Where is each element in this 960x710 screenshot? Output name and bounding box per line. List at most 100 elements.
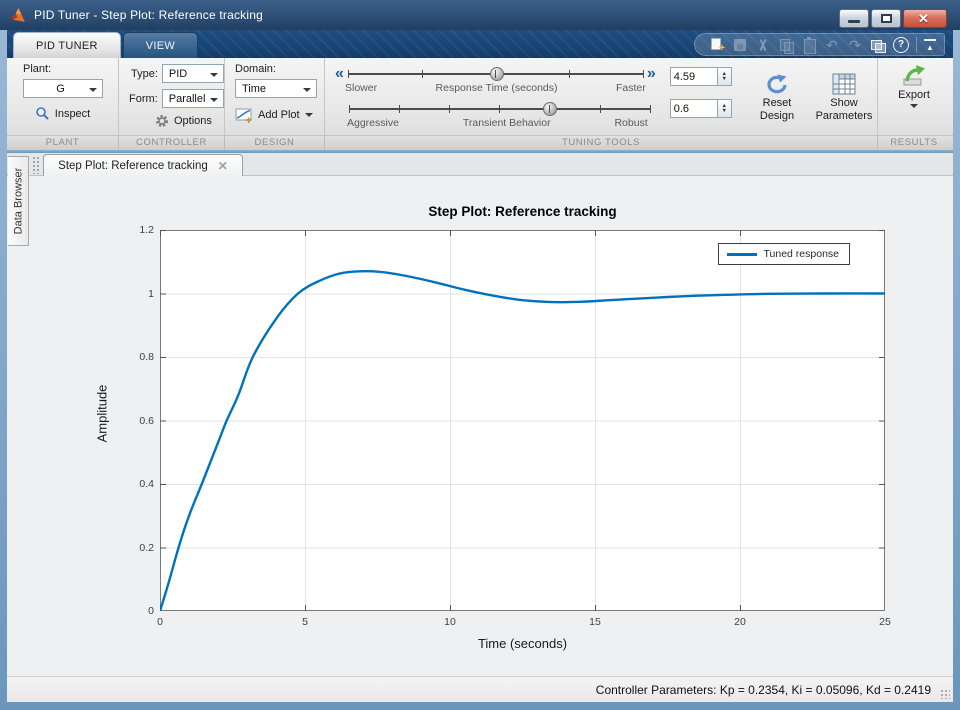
section-label-controller: CONTROLLER — [119, 136, 225, 150]
section-controller: Type: PID Form: Parallel Options — [119, 58, 225, 135]
slider-label-robust: Robust — [614, 117, 648, 129]
tuning-sliders: « » Slower Response Time (seconds) Faste… — [331, 66, 660, 135]
section-plant: Plant: G Inspect — [7, 58, 119, 135]
slider-label-aggressive: Aggressive — [347, 117, 399, 129]
qat-separator — [916, 36, 917, 53]
x-tick-label: 5 — [302, 616, 308, 628]
section-label-plant: PLANT — [7, 136, 119, 150]
slider-tick — [649, 105, 651, 113]
slider-tick — [642, 70, 644, 78]
title-bar: PID Tuner - Step Plot: Reference trackin… — [0, 0, 960, 30]
slower-chevron-icon[interactable]: « — [331, 66, 348, 82]
form-dropdown[interactable]: Parallel — [161, 89, 225, 108]
options-button[interactable]: Options — [155, 114, 224, 128]
slider-tick — [349, 105, 350, 113]
save-icon — [732, 37, 748, 53]
chart-title: Step Plot: Reference tracking — [428, 204, 617, 219]
document-tab-label: Step Plot: Reference tracking — [58, 159, 208, 172]
spinner-arrows-icon[interactable]: ▲ ▼ — [716, 99, 732, 118]
x-tick-label: 20 — [734, 616, 746, 628]
add-plot-button[interactable]: + Add Plot — [235, 107, 324, 123]
tab-view[interactable]: VIEW — [122, 32, 199, 58]
table-icon — [832, 73, 856, 95]
svg-text:+: + — [246, 115, 251, 123]
ribbon-tab-row: PID TUNER VIEW + ↶ ↷? ▲ — [7, 30, 953, 58]
section-label-design: DESIGN — [225, 136, 325, 150]
data-browser-tab[interactable]: Data Browser — [8, 156, 29, 246]
toolstrip: Plant: G Inspect Type: PID Form: Paralle… — [7, 58, 953, 135]
matlab-logo-icon — [11, 7, 25, 22]
y-tick-label: 1.2 — [139, 224, 154, 236]
transient-behavior-input[interactable] — [669, 99, 717, 118]
inspect-button[interactable]: Inspect — [35, 106, 90, 121]
type-dropdown[interactable]: PID — [161, 64, 224, 83]
undo-icon: ↶ — [826, 36, 838, 53]
section-tuning-tools: « » Slower Response Time (seconds) Faste… — [325, 58, 878, 135]
copy-icon — [778, 37, 794, 54]
add-plot-icon: + — [235, 108, 252, 123]
export-button[interactable]: Export — [878, 58, 950, 112]
slider-tick — [347, 70, 349, 78]
show-parameters-button[interactable]: Show Parameters — [811, 66, 877, 135]
faster-chevron-icon[interactable]: » — [643, 66, 660, 82]
x-tick-label: 0 — [157, 616, 163, 628]
spinner-arrows-icon[interactable]: ▲ ▼ — [716, 67, 732, 86]
help-icon[interactable]: ? — [893, 36, 909, 53]
window-controls: ✕ — [839, 9, 947, 28]
plant-dropdown[interactable]: G — [22, 79, 103, 98]
response-time-spinner: ▲▼ — [669, 67, 743, 86]
slider-tick — [499, 105, 501, 113]
gear-icon — [156, 115, 168, 127]
slider-tick — [599, 105, 601, 113]
y-tick-label: 0.4 — [139, 478, 154, 490]
y-axis-label: Amplitude — [94, 384, 110, 443]
figure-canvas: Step Plot: Reference tracking Amplitude … — [7, 176, 953, 676]
minimize-icon — [848, 20, 860, 23]
response-time-input[interactable] — [669, 67, 717, 86]
plant-label: Plant: — [23, 63, 52, 75]
minimize-button[interactable] — [839, 9, 869, 28]
legend-line-swatch — [726, 252, 757, 256]
transient-behavior-slider[interactable] — [349, 101, 651, 117]
response-time-slider-thumb[interactable] — [489, 67, 504, 81]
section-label-bar: PLANT CONTROLLER DESIGN TUNING TOOLS RES… — [7, 135, 953, 150]
window-layout-icon[interactable] — [870, 37, 886, 53]
plot-axes[interactable]: Tuned response — [160, 230, 885, 611]
restore-button[interactable] — [871, 9, 901, 28]
x-tick-label: 15 — [589, 616, 601, 628]
slider-label-transient-behavior: Transient Behavior — [462, 117, 551, 129]
x-tick-label: 25 — [879, 616, 891, 628]
collapse-ribbon-icon[interactable]: ▲ — [924, 39, 936, 52]
tuned-response-curve[interactable] — [160, 269, 885, 611]
y-tick-label: 0.8 — [139, 351, 154, 363]
controller-parameters-text: Controller Parameters: Kp = 0.2354, Ki =… — [595, 682, 931, 697]
add-plot-caret-icon — [304, 113, 313, 121]
drag-handle-icon[interactable] — [32, 156, 39, 174]
x-tick-label: 10 — [444, 616, 456, 628]
resize-grip[interactable] — [940, 689, 950, 699]
document-tab-step-plot[interactable]: Step Plot: Reference tracking ✕ — [43, 154, 243, 176]
reset-design-button[interactable]: Reset Design — [751, 66, 803, 135]
data-browser-label: Data Browser — [12, 167, 25, 235]
magnifier-icon — [35, 107, 49, 120]
section-label-results: RESULTS — [890, 137, 938, 148]
slider-label-faster: Faster — [615, 82, 646, 94]
response-time-slider[interactable] — [347, 66, 644, 82]
step-response-plot[interactable] — [160, 230, 885, 611]
close-button[interactable]: ✕ — [903, 9, 947, 28]
y-tick-label: 0.6 — [139, 414, 154, 427]
domain-dropdown[interactable]: Time — [235, 79, 317, 98]
y-tick-label: 0.2 — [139, 541, 154, 554]
paste-icon — [801, 36, 817, 54]
tuning-spinners: ▲▼ ▲▼ — [669, 66, 743, 135]
new-script-icon[interactable]: + — [709, 37, 725, 54]
type-label: Type: — [130, 67, 158, 80]
document-tab-bar: Step Plot: Reference tracking ✕ — [7, 153, 953, 176]
form-label: Form: — [129, 92, 158, 105]
window-body: PID TUNER VIEW + ↶ ↷? ▲ Plant: G Inspect Ty… — [7, 30, 953, 702]
legend-entry-label: Tuned response — [763, 248, 840, 260]
legend[interactable]: Tuned response — [717, 243, 850, 265]
quick-access-toolbar: + ↶ ↷? ▲ — [694, 33, 945, 56]
tab-pid-tuner[interactable]: PID TUNER — [13, 32, 121, 58]
tab-close-icon[interactable]: ✕ — [218, 159, 228, 173]
